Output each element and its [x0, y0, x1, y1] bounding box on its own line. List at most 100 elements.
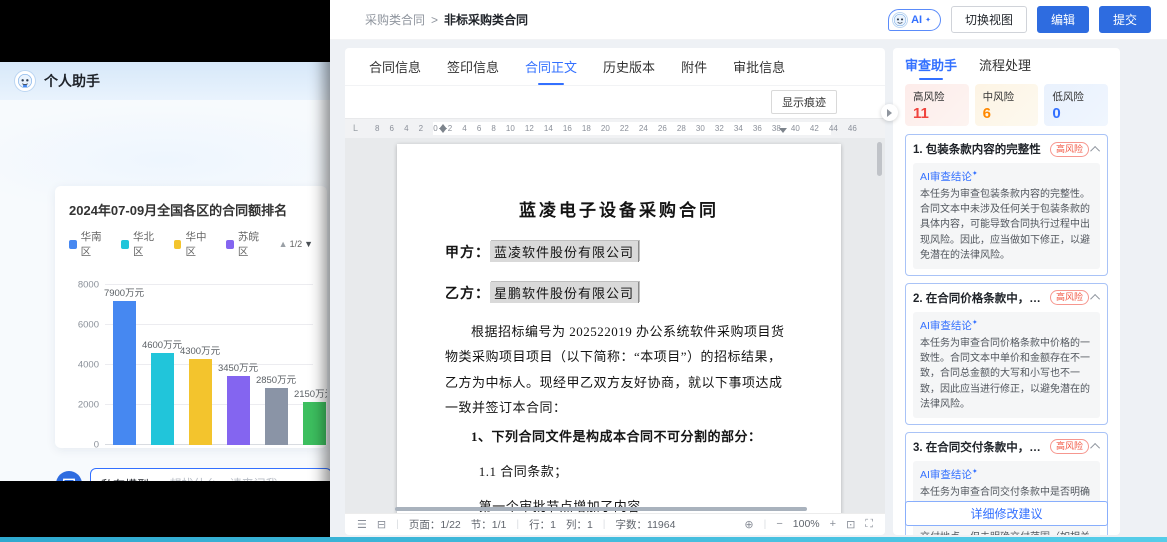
review-item-card: 1. 包装条款内容的完整性高风险 AI审查结论✦ 本任务为审查包装条款内容的完整性。… [905, 134, 1108, 276]
ruler-number: 2 [448, 124, 452, 133]
risk-label: 低风险 [1052, 89, 1100, 104]
edit-button[interactable]: 编辑 [1037, 6, 1089, 33]
tab-5[interactable]: 审批信息 [733, 48, 785, 85]
legend-item[interactable]: 华中区 [174, 229, 212, 259]
party-b-field[interactable]: 星鹏软件股份有限公司 [490, 282, 639, 303]
header-actions: AI ✦ 切换视图 编辑 提交 [888, 6, 1151, 33]
party-a-field[interactable]: 蓝凌软件股份有限公司 [490, 241, 639, 262]
review-item-header[interactable]: 3. 在合同交付条款中，包括交付时间、交...高风险 [913, 439, 1100, 455]
ruler-number: 6 [477, 124, 481, 133]
tab-active[interactable]: 合同正文 [525, 48, 577, 85]
ruler-number: 18 [582, 124, 591, 133]
vertical-scrollbar[interactable] [877, 142, 882, 176]
bar[interactable] [303, 402, 326, 445]
bar[interactable] [265, 388, 288, 445]
ai-conclusion-label: AI审查结论✦ [920, 169, 1093, 184]
tabstop-selector-icon[interactable]: L [353, 123, 358, 133]
bar[interactable] [227, 376, 250, 445]
bar-value-label: 2850万元 [256, 372, 296, 386]
horizontal-scrollbar[interactable] [395, 507, 807, 511]
legend-item[interactable]: 苏皖区 [226, 229, 264, 259]
tab-4[interactable]: 附件 [681, 48, 707, 85]
review-tab-1[interactable]: 流程处理 [979, 48, 1031, 80]
assistant-input-box: 私有模型 ∨ [90, 468, 330, 481]
ai-assistant-button[interactable]: AI ✦ [888, 9, 941, 31]
review-item-title: 1. 包装条款内容的完整性 [913, 141, 1046, 157]
panel-collapse-handle[interactable] [881, 104, 898, 121]
review-tab-0[interactable]: 审查助手 [905, 48, 957, 80]
legend-pager-up-icon[interactable]: ▲ [279, 239, 288, 249]
risk-count: 0 [1052, 105, 1100, 122]
detail-suggestions-button[interactable]: 详细修改建议 [905, 501, 1108, 526]
legend-pager-down-icon[interactable]: ▼ [304, 239, 313, 249]
marks-row: 显示痕迹 [345, 86, 885, 118]
sparkle-icon: ✦ [972, 468, 978, 475]
document-viewport[interactable]: 蓝凌电子设备采购合同 甲方： 蓝凌软件股份有限公司 乙方： 星鹏软件股份有限公司… [345, 138, 885, 513]
model-select-dropdown[interactable]: 私有模型 ∨ [101, 476, 162, 482]
tab-0[interactable]: 合同信息 [369, 48, 421, 85]
status-pages: 页面：1/22 [409, 517, 461, 532]
fit-page-icon[interactable]: ⊡ [846, 518, 855, 531]
review-item-header[interactable]: 2. 在合同价格条款中，价格的一致性高风险 [913, 290, 1100, 306]
status-word-count: 字数：11964 [616, 517, 676, 532]
chevron-down-icon: ∨ [155, 479, 162, 482]
legend-label: 苏皖区 [238, 229, 265, 259]
document-card: 合同信息签印信息合同正文历史版本附件审批信息 显示痕迹 L 8642024681… [345, 48, 885, 535]
bar-column: 2150万元 [295, 285, 327, 445]
fullscreen-icon[interactable]: ⛶ [865, 518, 873, 531]
document-status-bar: ☰ ⊟ | 页面：1/22 节：1/1 | 行：1 列：1 | 字数：11964… [345, 513, 885, 534]
party-b-row: 乙方： 星鹏软件股份有限公司 [445, 282, 793, 303]
risk-badge: 高风险 [1050, 290, 1089, 305]
breadcrumb-parent[interactable]: 采购类合同 [365, 11, 425, 28]
switch-view-button[interactable]: 切换视图 [951, 6, 1027, 33]
zoom-level[interactable]: 100% [793, 518, 820, 530]
document-page: 蓝凌电子设备采购合同 甲方： 蓝凌软件股份有限公司 乙方： 星鹏软件股份有限公司… [397, 144, 841, 513]
ai-avatar-icon [892, 12, 908, 28]
model-select-label: 私有模型 [101, 476, 149, 482]
chevron-up-icon[interactable] [1090, 294, 1100, 304]
right-indent-marker[interactable] [779, 128, 787, 137]
ruler-number: 12 [525, 124, 534, 133]
ai-conclusion-text: 本任务为审查包装条款内容的完整性。合同文本中未涉及任何关于包装条款的具体内容，可… [920, 187, 1093, 263]
y-axis-tick-label: 8000 [78, 280, 99, 291]
chevron-up-icon[interactable] [1090, 443, 1100, 453]
legend-swatch [69, 240, 77, 249]
bars-row: 7900万元4600万元4300万元3450万元2850万元2150万元 [105, 285, 313, 445]
contract-title: 蓝凌电子设备采购合同 [445, 196, 793, 221]
assistant-title: 个人助手 [44, 71, 100, 91]
assistant-ask-row: 私有模型 ∨ [0, 468, 330, 481]
zoom-in-button[interactable]: + [830, 518, 836, 530]
legend-label: 华南区 [81, 229, 108, 259]
review-panel-tabs: 审查助手流程处理 [905, 48, 1108, 80]
chat-bubble-icon[interactable] [56, 471, 82, 481]
tab-1[interactable]: 签印信息 [447, 48, 499, 85]
assistant-header: 个人助手 [0, 62, 330, 100]
outline-view-icon[interactable]: ☰ [357, 518, 367, 531]
risk-summary-card: 低风险0 [1044, 84, 1108, 126]
hanging-indent-marker[interactable] [439, 128, 447, 137]
bar[interactable] [189, 359, 212, 445]
language-globe-icon[interactable]: ⊕ [744, 518, 753, 531]
document-tabs: 合同信息签印信息合同正文历史版本附件审批信息 [345, 48, 885, 86]
bottom-accent-strip [0, 537, 1167, 542]
risk-count: 6 [983, 105, 1031, 122]
legend-item[interactable]: 华南区 [69, 229, 107, 259]
bar[interactable] [113, 301, 136, 445]
legend-item[interactable]: 华北区 [121, 229, 159, 259]
ruler-number: 2 [419, 124, 423, 133]
submit-button[interactable]: 提交 [1099, 6, 1151, 33]
review-item-header[interactable]: 1. 包装条款内容的完整性高风险 [913, 141, 1100, 157]
tab-3[interactable]: 历史版本 [603, 48, 655, 85]
page-view-icon[interactable]: ⊟ [377, 518, 386, 531]
zoom-out-button[interactable]: − [776, 518, 782, 530]
assistant-search-input[interactable] [170, 477, 321, 481]
ruler-number: 36 [753, 124, 762, 133]
bar[interactable] [151, 353, 174, 445]
chart-title: 2024年07-09月全国各区的合同额排名 [69, 200, 313, 219]
chart-legend: 华南区华北区华中区苏皖区 ▲ 1/2 ▼ [69, 229, 313, 259]
bar-chart-plot: 020004000600080007900万元4600万元4300万元3450万… [105, 285, 313, 445]
document-ruler: L 86420246810121416182022242628303234363… [345, 118, 885, 138]
ruler-number: 0 [433, 124, 437, 133]
show-marks-button[interactable]: 显示痕迹 [771, 90, 837, 114]
chevron-up-icon[interactable] [1090, 145, 1100, 155]
